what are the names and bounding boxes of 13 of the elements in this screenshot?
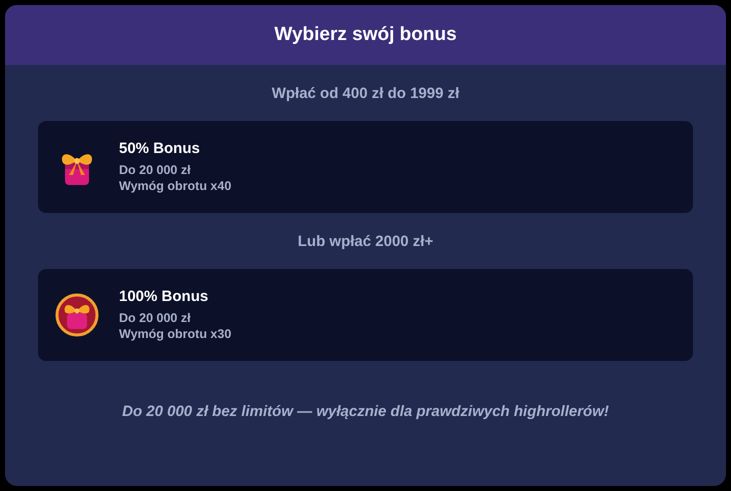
bonus-detail: Wymóg obrotu x30 [119, 326, 232, 342]
deposit-range-text: Wpłać od 400 zł do 1999 zł [270, 84, 460, 104]
bonus-card[interactable]: 50% Bonus Do 20 000 zł Wymóg obrotu x40 [38, 121, 693, 213]
bonus-name: 50% Bonus [119, 140, 201, 157]
bonus-name: 100% Bonus [119, 288, 210, 305]
gift-medal-icon [55, 293, 99, 337]
bonus-detail: Do 20 000 zł [119, 162, 192, 178]
bonus-detail: Do 20 000 zł [119, 310, 192, 326]
bonus-card[interactable]: 100% Bonus Do 20 000 zł Wymóg obrotu x30 [38, 269, 693, 361]
deposit-range-text: Lub wpłać 2000 zł+ [296, 232, 434, 252]
highroller-note: Do 20 000 zł bez limitów — wyłącznie dla prawdziwych highrollerów! [121, 403, 610, 420]
panel-title: Wybierz swój bonus [274, 24, 457, 46]
bonus-detail: Wymóg obrotu x40 [119, 178, 232, 194]
